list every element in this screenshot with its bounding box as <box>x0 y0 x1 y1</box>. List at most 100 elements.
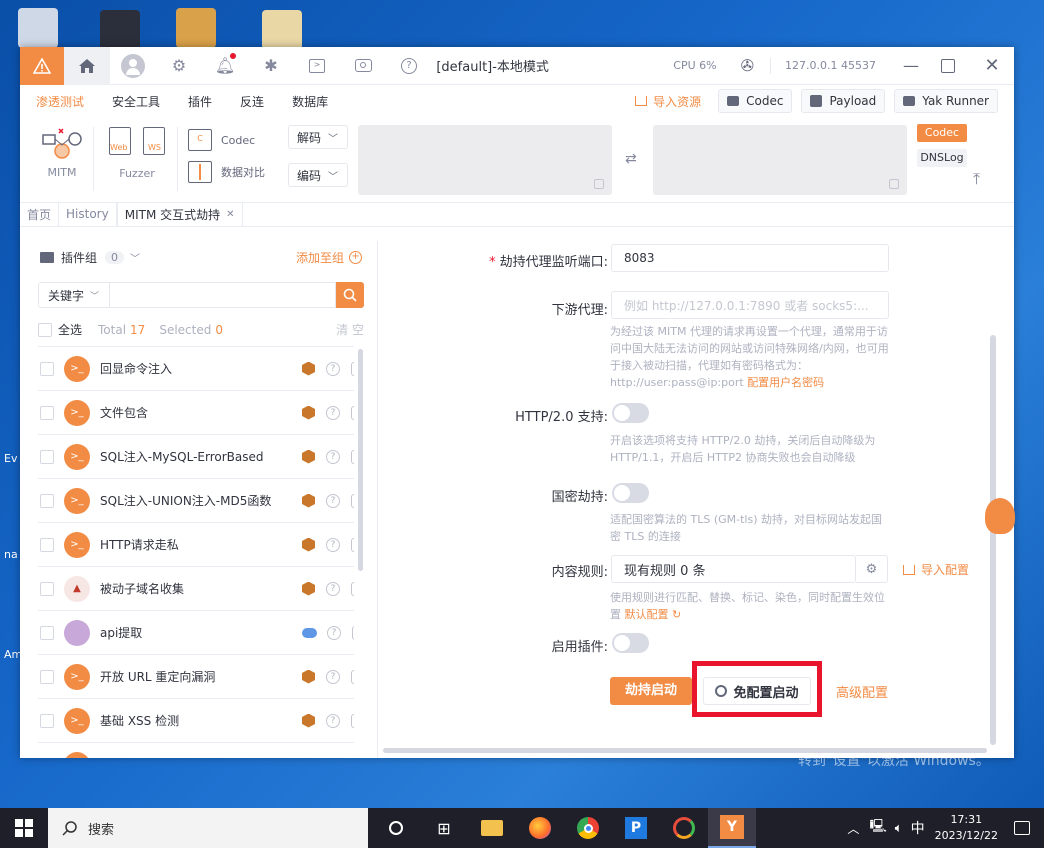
menu-reverse[interactable]: 反连 <box>240 93 264 110</box>
home-icon[interactable] <box>64 47 110 85</box>
mitm-tool[interactable]: MITM <box>40 125 84 179</box>
list-item[interactable]: >_ HTTP请求走私? › <box>38 523 354 567</box>
close-tab-icon[interactable]: ✕ <box>226 209 234 220</box>
network-icon[interactable]: 🖳︎ <box>869 817 886 839</box>
tab-history[interactable]: History <box>59 202 117 226</box>
bug-icon[interactable]: ✱ <box>248 47 294 85</box>
default-config-link[interactable]: 默认配置 <box>625 608 669 621</box>
list-item[interactable]: >_ 开放 URL 重定向漏洞? › <box>38 655 354 699</box>
help-icon[interactable]: ? <box>327 625 341 640</box>
windows-start-icon[interactable] <box>0 808 48 848</box>
plugin-checkbox[interactable] <box>40 537 54 552</box>
copy-icon[interactable] <box>889 179 899 189</box>
list-item[interactable]: ▲ 被动子域名收集? › <box>38 567 354 611</box>
tab-mitm[interactable]: MITM 交互式劫持 ✕ <box>116 202 243 226</box>
list-item[interactable]: >_ 文件包含? › <box>38 391 354 435</box>
codec-tool[interactable]: C Codec <box>188 129 255 151</box>
keyword-select[interactable]: 关键字 ﹀ <box>38 282 110 308</box>
codec-tag[interactable]: Codec <box>917 124 967 142</box>
http2-toggle[interactable] <box>612 403 649 423</box>
search-button[interactable] <box>336 282 364 308</box>
folder-icon[interactable] <box>262 10 302 50</box>
compare-tool[interactable]: 数据对比 <box>188 161 265 183</box>
plugin-checkbox[interactable] <box>40 757 54 758</box>
dnslog-tag[interactable]: DNSLog <box>917 149 967 167</box>
terminal-icon[interactable]: › <box>351 669 354 684</box>
codec-button[interactable]: Codec <box>718 89 793 113</box>
help-icon[interactable]: ? <box>326 449 340 464</box>
menu-database[interactable]: 数据库 <box>292 93 328 110</box>
chevron-down-icon[interactable]: ﹀ <box>130 250 140 265</box>
reload-icon[interactable]: ↻ <box>672 608 681 621</box>
warning-icon[interactable] <box>20 47 64 85</box>
codec-input-area[interactable] <box>358 125 612 195</box>
plugin-checkbox[interactable] <box>40 669 54 684</box>
bell-icon[interactable]: 🔔︎ <box>202 47 248 85</box>
help-icon[interactable]: ? <box>326 581 340 596</box>
terminal-icon[interactable]: › <box>351 537 354 552</box>
volume-icon[interactable]: 🔈︎ <box>895 821 903 836</box>
select-all-checkbox[interactable] <box>38 322 52 337</box>
p-app-icon[interactable]: P <box>612 808 660 848</box>
help-icon[interactable]: ? <box>326 537 340 552</box>
list-item[interactable]: >_ SQL注入-UNION注入-MD5函数? › <box>38 479 354 523</box>
color-app-icon[interactable] <box>660 808 708 848</box>
menu-plugins[interactable]: 插件 <box>188 93 212 110</box>
yak-runner-button[interactable]: Yak Runner <box>894 89 998 113</box>
fan-icon[interactable]: ✇ <box>741 56 754 75</box>
flash-icon[interactable] <box>176 8 216 48</box>
terminal-icon[interactable]: › <box>351 405 354 420</box>
taskbar-search[interactable]: 搜索 <box>48 808 368 848</box>
form-scrollbar[interactable] <box>990 335 996 745</box>
chevron-up-icon[interactable]: ︿ <box>847 820 859 837</box>
multitask-icon[interactable]: ⊞ <box>420 808 468 848</box>
clock[interactable]: 17:31 2023/12/22 <box>935 812 998 844</box>
terminal-icon[interactable]: › <box>351 493 354 508</box>
search-input[interactable] <box>110 282 336 308</box>
cat-app-icon[interactable] <box>100 10 140 50</box>
help-icon[interactable]: ? <box>326 405 340 420</box>
config-free-start-button[interactable]: 免配置启动 <box>703 677 811 705</box>
content-rules-input[interactable]: 现有规则 0 条 <box>611 555 856 583</box>
minimize-button[interactable]: — <box>896 56 926 75</box>
enable-plugin-toggle[interactable] <box>612 633 649 653</box>
plugin-checkbox[interactable] <box>40 581 54 596</box>
encode-select[interactable]: 编码 ﹀ <box>288 163 348 187</box>
recycle-bin-icon[interactable] <box>18 8 58 48</box>
ime-indicator[interactable]: 中 <box>911 818 925 838</box>
maximize-button[interactable] <box>926 58 970 73</box>
help-icon[interactable]: ? <box>326 361 340 376</box>
import-config-button[interactable]: 导入配置 <box>903 561 969 578</box>
avatar-icon[interactable] <box>110 47 156 85</box>
collapse-up-icon[interactable]: ⤒ <box>973 169 980 189</box>
list-item[interactable]: >_ 基础 XSS 检测? › <box>38 699 354 743</box>
fuzzer-tool[interactable]: Web WS Fuzzer <box>104 127 170 180</box>
downstream-proxy-input[interactable]: 例如 http://127.0.0.1:7890 或者 socks5:... <box>611 291 889 319</box>
menu-security-tools[interactable]: 安全工具 <box>112 93 160 110</box>
plugin-checkbox[interactable] <box>40 713 54 728</box>
add-to-group-button[interactable]: 添加至组 + <box>296 249 363 266</box>
yakit-taskbar-icon[interactable]: Y <box>708 808 756 848</box>
list-item[interactable]: >_ <box>38 743 354 758</box>
list-item[interactable]: >_ SQL注入-MySQL-ErrorBased? › <box>38 435 354 479</box>
help-icon[interactable]: ? <box>326 493 340 508</box>
terminal-icon[interactable]: › <box>351 581 354 596</box>
gm-tls-toggle[interactable] <box>612 483 649 503</box>
firefox-icon[interactable] <box>516 808 564 848</box>
terminal-icon[interactable]: › <box>351 449 354 464</box>
import-resource-button[interactable]: 导入资源 <box>635 93 701 110</box>
plugin-checkbox[interactable] <box>40 405 54 420</box>
rules-settings-button[interactable]: ⚙ <box>856 555 888 583</box>
codec-output-area[interactable] <box>653 125 907 195</box>
settings-icon[interactable]: ⚙ <box>156 47 202 85</box>
copy-icon[interactable] <box>594 179 604 189</box>
advanced-config-button[interactable]: 高级配置 <box>836 682 888 701</box>
yak-mascot-icon[interactable] <box>985 498 1015 534</box>
plugin-checkbox[interactable] <box>40 361 54 376</box>
plugin-checkbox[interactable] <box>40 449 54 464</box>
help-icon[interactable]: ? <box>326 713 340 728</box>
swap-icon[interactable]: ⇄ <box>625 151 637 167</box>
file-explorer-icon[interactable] <box>468 808 516 848</box>
close-button[interactable]: ✕ <box>970 55 1014 76</box>
notification-icon[interactable] <box>1014 821 1030 835</box>
